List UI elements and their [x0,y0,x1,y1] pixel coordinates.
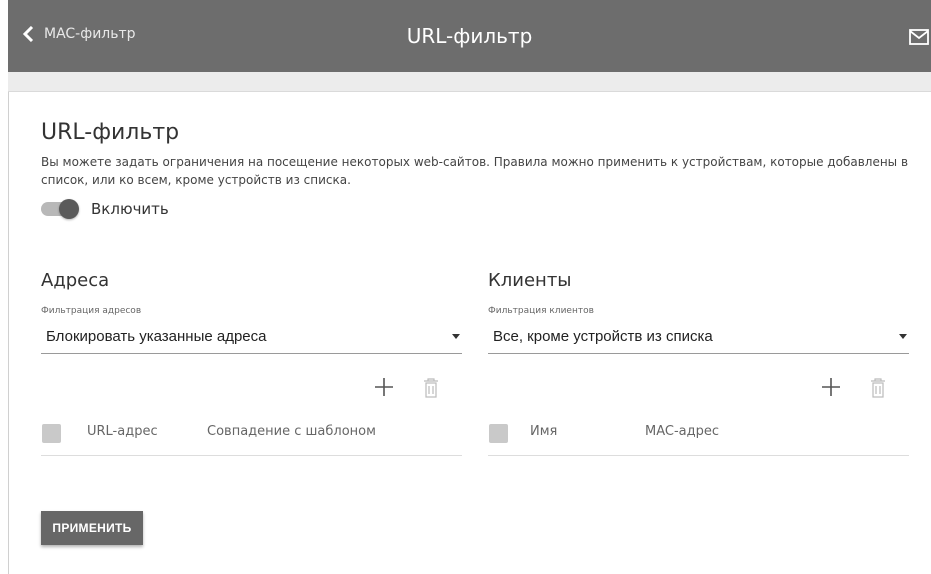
toggle-track [41,199,79,219]
column-mac-address: MAC-адрес [645,424,720,439]
column-url: URL-адрес [87,424,158,439]
chevron-left-icon [22,26,34,42]
apply-button[interactable]: ПРИМЕНИТЬ [41,511,143,545]
enable-label: Включить [91,200,169,218]
address-filter-select[interactable]: Блокировать указанные адреса [41,326,462,354]
delete-client-trash-icon[interactable] [870,378,886,398]
client-filter-select[interactable]: Все, кроме устройств из списка [488,326,909,354]
page-description: Вы можете задать ограничения на посещени… [41,155,909,187]
top-bar: MAC-фильтр URL-фильтр [8,0,931,72]
add-client-plus-icon[interactable] [819,375,843,399]
add-address-plus-icon[interactable] [372,375,396,399]
toggle-knob [59,199,79,219]
enable-toggle[interactable]: Включить [41,199,169,219]
column-pattern-match: Совпадение с шаблоном [207,424,376,439]
addresses-title: Адреса [41,270,110,291]
sub-bar [8,72,931,92]
addresses-table-header: URL-адрес Совпадение с шаблоном [41,418,462,456]
mail-icon[interactable] [909,29,929,45]
client-filter-label: Фильтрация клиентов [488,306,594,316]
address-filter-label: Фильтрация адресов [41,306,142,316]
select-all-addresses-checkbox[interactable] [42,424,61,443]
dropdown-caret-icon [899,334,907,339]
clients-title: Клиенты [488,270,572,291]
page-title: URL-фильтр [41,120,180,145]
left-divider [8,92,9,574]
column-name: Имя [530,424,558,439]
header-title: URL-фильтр [406,24,533,48]
dropdown-caret-icon [452,334,460,339]
clients-table-header: Имя MAC-адрес [488,418,909,456]
address-filter-value: Блокировать указанные адреса [46,328,267,345]
select-all-clients-checkbox[interactable] [489,424,508,443]
back-button[interactable]: MAC-фильтр [22,26,136,42]
client-filter-value: Все, кроме устройств из списка [493,328,713,345]
back-label: MAC-фильтр [44,26,136,42]
delete-address-trash-icon[interactable] [423,378,439,398]
